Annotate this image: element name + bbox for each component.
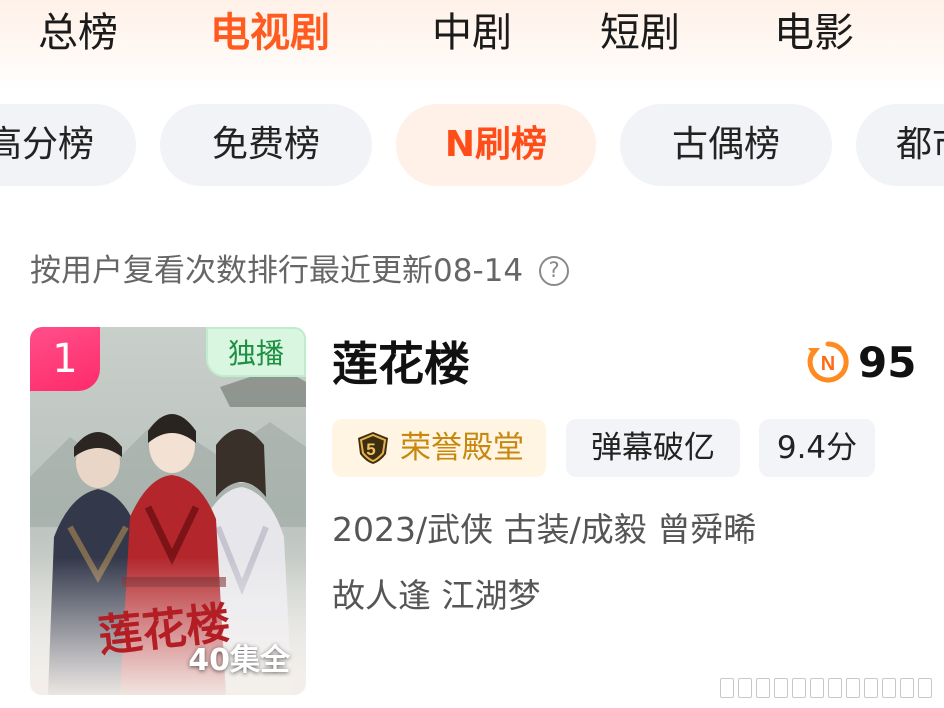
main-tab-bar: 总榜 电视剧 中剧 短剧 电影 xyxy=(0,0,944,70)
rewatch-score: N 95 xyxy=(806,337,917,387)
tab-short-drama[interactable]: 短剧 xyxy=(600,8,680,58)
danmaku-tag[interactable]: 弹幕破亿 xyxy=(566,419,740,477)
tab-movie[interactable]: 电影 xyxy=(774,8,854,58)
sub-tab-bar: 高分榜 免费榜 N刷榜 古偶榜 都市榜 xyxy=(0,104,944,188)
poster-image[interactable]: 莲花楼 1 独播 40集全 xyxy=(30,327,306,695)
chip-n-rewatch[interactable]: N刷榜 xyxy=(396,104,596,186)
ranking-description: 按用户复看次数排行最近更新08-14 ? xyxy=(30,248,570,294)
svg-text:N: N xyxy=(821,353,835,375)
tab-medium-drama[interactable]: 中剧 xyxy=(432,8,512,58)
chip-urban[interactable]: 都市榜 xyxy=(856,104,944,186)
tab-overall[interactable]: 总榜 xyxy=(38,8,118,58)
rank-badge: 1 xyxy=(30,327,100,391)
score-value: 95 xyxy=(858,337,917,387)
show-title[interactable]: 莲花楼 xyxy=(332,336,470,392)
chip-ancient-romance[interactable]: 古偶榜 xyxy=(620,104,832,186)
episode-count: 40集全 xyxy=(188,643,290,678)
svg-text:5: 5 xyxy=(366,440,375,459)
help-circle-icon[interactable]: ? xyxy=(539,256,570,286)
shield-badge-icon: 5 xyxy=(358,431,388,464)
honor-hall-tag[interactable]: 5 荣誉殿堂 xyxy=(332,419,546,477)
chip-free[interactable]: 免费榜 xyxy=(160,104,372,186)
chip-high-score[interactable]: 高分榜 xyxy=(0,104,136,186)
tagline: 故人逢 江湖梦 xyxy=(332,576,541,615)
exclusive-tag: 独播 xyxy=(206,327,306,377)
rating-tag[interactable]: 9.4分 xyxy=(759,419,875,477)
honor-hall-label: 荣誉殿堂 xyxy=(400,430,524,466)
ranking-description-text: 按用户复看次数排行最近更新08-14 xyxy=(30,253,524,289)
watermark-icon xyxy=(720,678,932,698)
tab-tv-series[interactable]: 电视剧 xyxy=(210,8,330,58)
n-refresh-icon: N xyxy=(807,341,849,383)
meta-info: 2023/武侠 古装/成毅 曾舜晞 xyxy=(332,510,757,549)
